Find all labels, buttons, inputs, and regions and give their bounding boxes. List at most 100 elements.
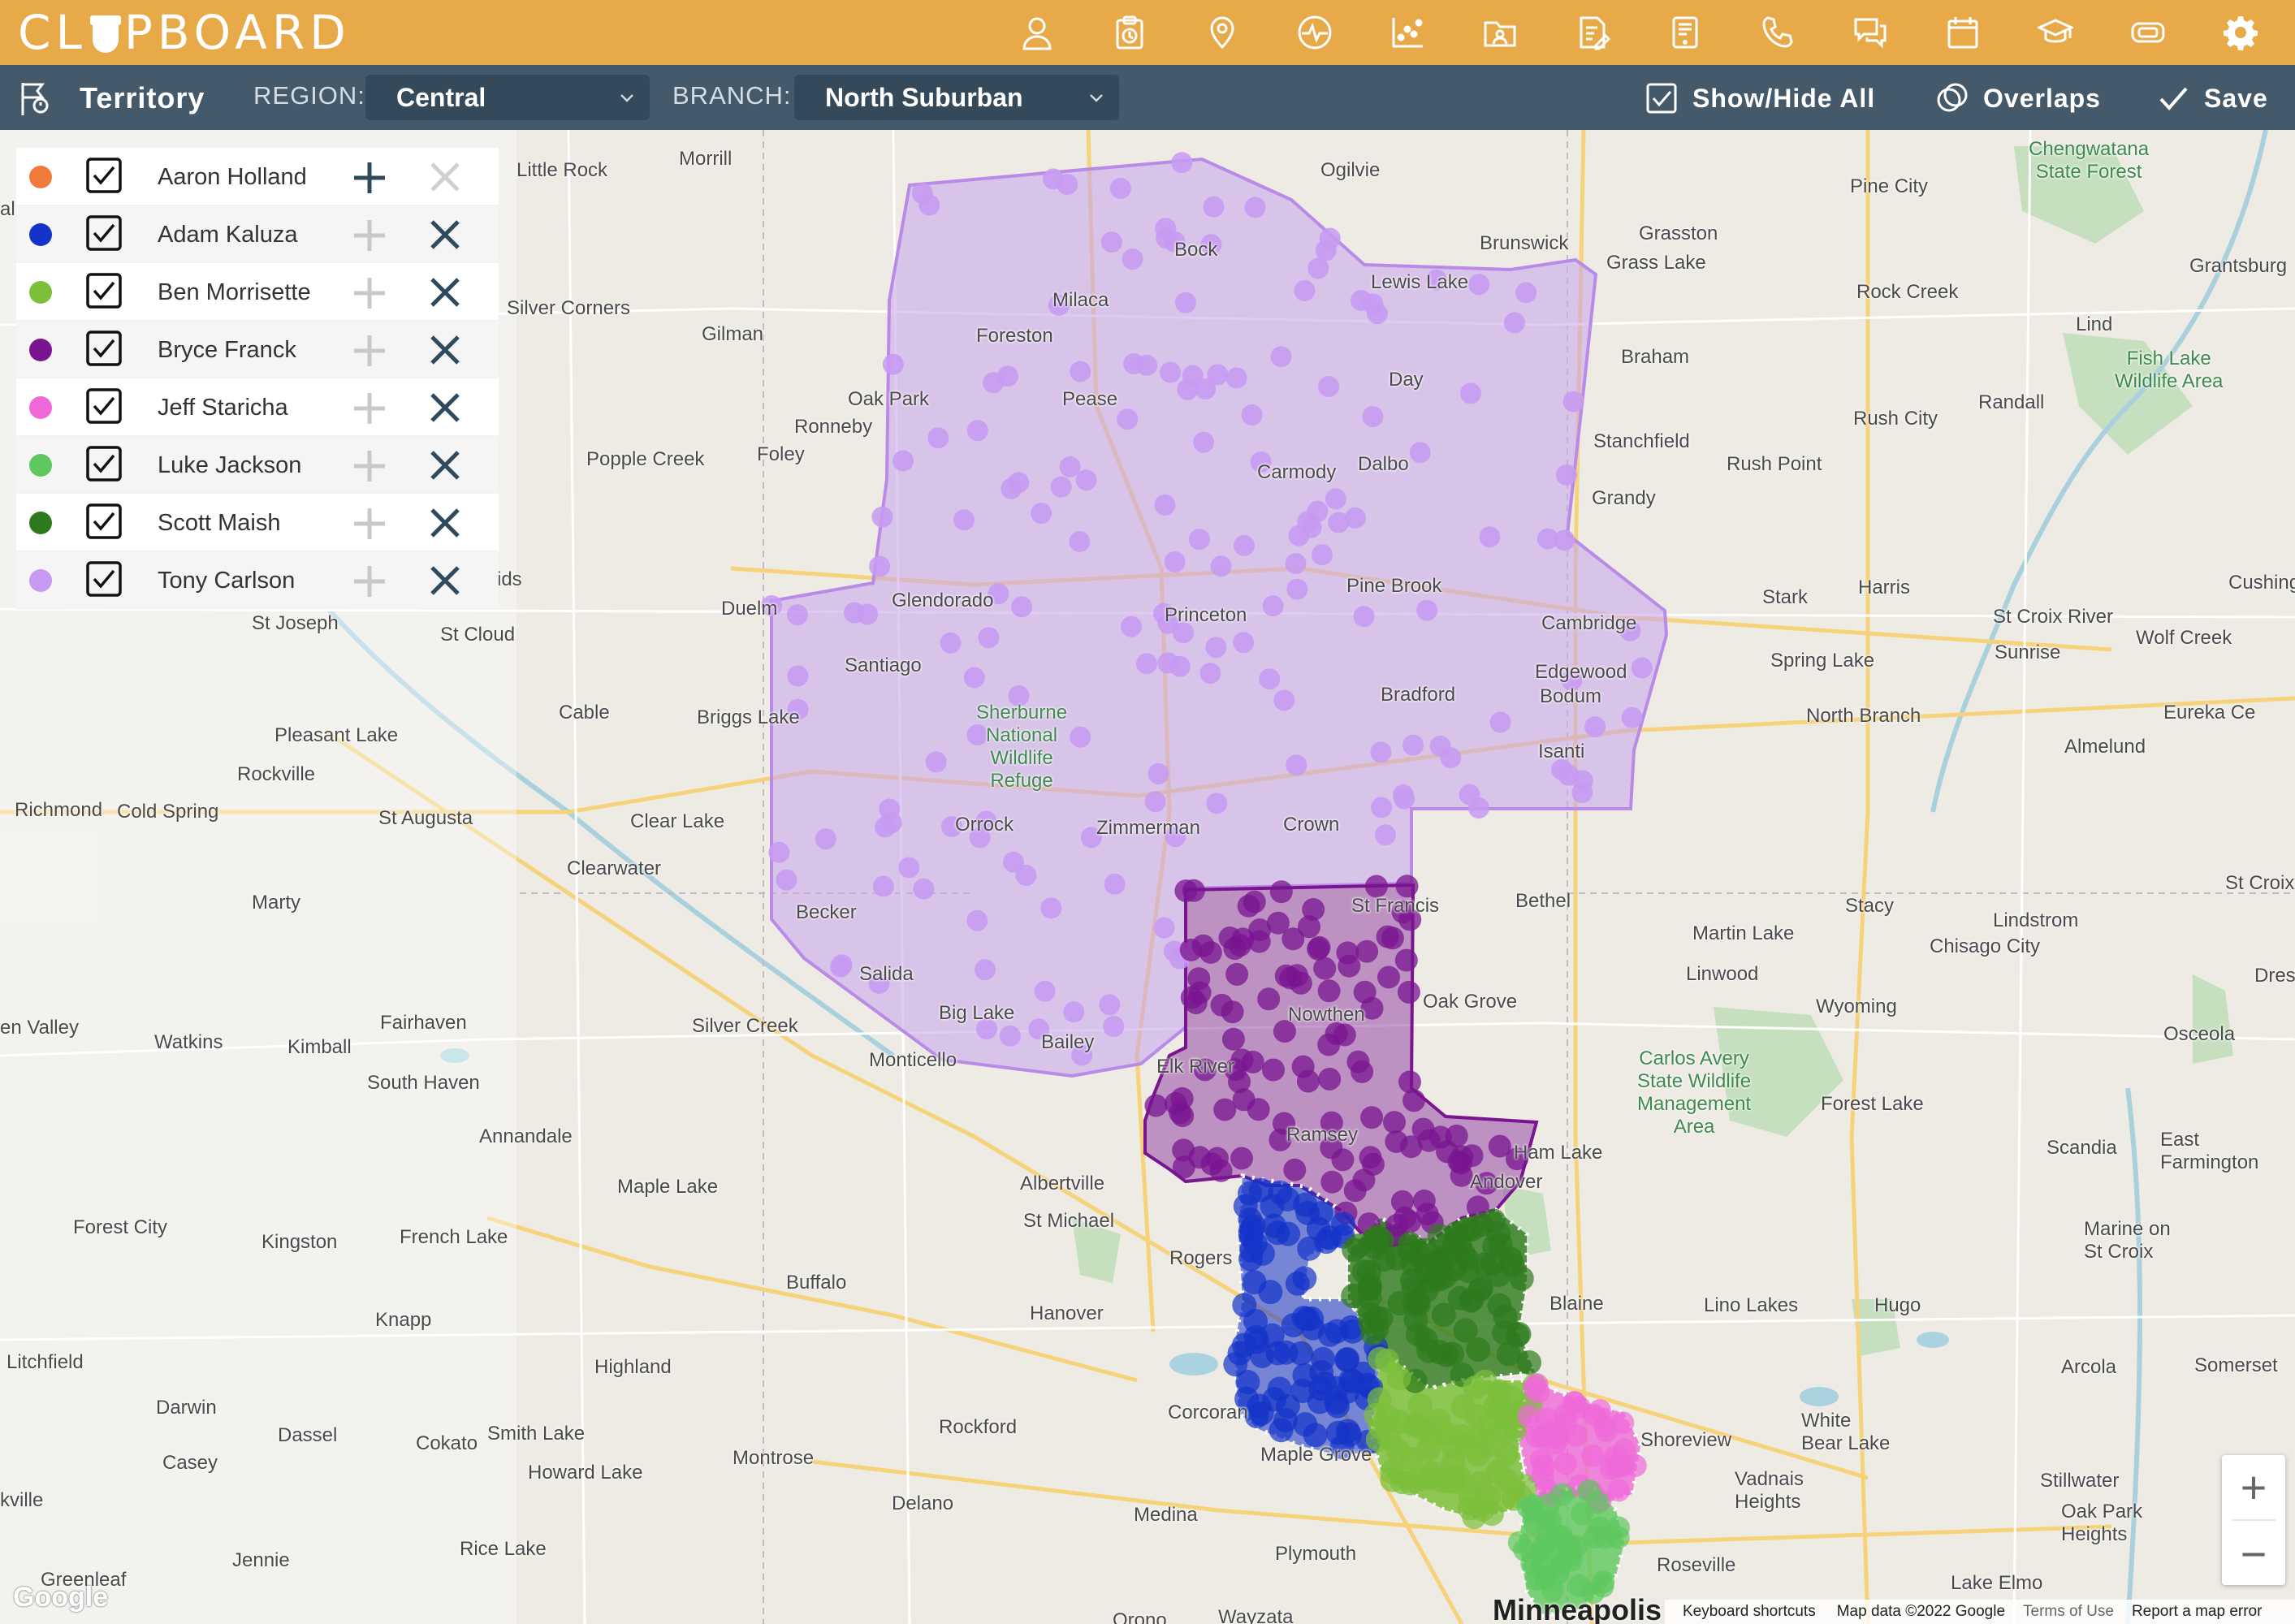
checkbox-checked-icon[interactable] bbox=[84, 156, 123, 195]
customer-marker[interactable] bbox=[1489, 711, 1511, 733]
customer-marker[interactable] bbox=[768, 841, 790, 863]
checkbox-checked-icon[interactable] bbox=[84, 271, 123, 310]
customer-marker[interactable] bbox=[1592, 1570, 1615, 1594]
customer-marker[interactable] bbox=[1610, 1454, 1634, 1478]
customer-marker[interactable] bbox=[1397, 980, 1420, 1004]
customer-marker[interactable] bbox=[1311, 1346, 1336, 1371]
customer-marker[interactable] bbox=[1002, 851, 1024, 873]
close-icon[interactable] bbox=[426, 503, 465, 542]
customer-marker[interactable] bbox=[1390, 1190, 1414, 1213]
checkbox-checked-icon[interactable] bbox=[84, 214, 123, 253]
customer-marker[interactable] bbox=[1302, 898, 1325, 921]
customer-marker[interactable] bbox=[1414, 1278, 1439, 1303]
customer-marker[interactable] bbox=[1357, 1276, 1382, 1301]
customer-marker[interactable] bbox=[1312, 544, 1333, 566]
customer-marker[interactable] bbox=[1069, 530, 1091, 552]
customer-marker[interactable] bbox=[1100, 231, 1122, 253]
customer-marker[interactable] bbox=[1536, 1407, 1558, 1431]
customer-marker[interactable] bbox=[1359, 1146, 1382, 1169]
customer-marker[interactable] bbox=[1285, 553, 1307, 574]
customer-marker[interactable] bbox=[1232, 1088, 1256, 1112]
graduation-cap-icon[interactable] bbox=[2009, 0, 2102, 65]
customer-marker[interactable] bbox=[1399, 1135, 1423, 1159]
customer-marker[interactable] bbox=[1262, 1058, 1285, 1082]
customer-marker[interactable] bbox=[1427, 1340, 1452, 1365]
customer-marker[interactable] bbox=[1402, 734, 1424, 756]
customer-marker[interactable] bbox=[1334, 1347, 1359, 1372]
user-icon[interactable] bbox=[991, 0, 1083, 65]
customer-marker[interactable] bbox=[1465, 1442, 1490, 1467]
customer-marker[interactable] bbox=[1034, 980, 1056, 1002]
customer-marker[interactable] bbox=[1407, 1393, 1433, 1418]
keyboard-shortcuts-link[interactable]: Keyboard shortcuts bbox=[1683, 1603, 1816, 1621]
customer-marker[interactable] bbox=[1607, 1516, 1630, 1540]
clipboard-clock-icon[interactable] bbox=[1083, 0, 1176, 65]
customer-marker[interactable] bbox=[1200, 1152, 1224, 1176]
customer-marker[interactable] bbox=[1257, 987, 1281, 1011]
customer-marker[interactable] bbox=[1283, 1158, 1307, 1181]
customer-marker[interactable] bbox=[1040, 897, 1062, 919]
customer-marker[interactable] bbox=[1554, 1452, 1577, 1475]
customer-marker[interactable] bbox=[1244, 1404, 1269, 1428]
customer-marker[interactable] bbox=[1262, 595, 1284, 617]
customer-marker[interactable] bbox=[1565, 1423, 1588, 1447]
customer-marker[interactable] bbox=[1117, 408, 1139, 430]
customer-marker[interactable] bbox=[1367, 303, 1388, 325]
customer-marker[interactable] bbox=[963, 667, 985, 689]
folder-user-icon[interactable] bbox=[1454, 0, 1546, 65]
customer-marker[interactable] bbox=[1307, 500, 1329, 522]
customer-marker[interactable] bbox=[1454, 1246, 1480, 1272]
customer-marker[interactable] bbox=[1225, 962, 1249, 986]
customer-marker[interactable] bbox=[966, 420, 988, 442]
customer-marker[interactable] bbox=[1571, 782, 1593, 803]
customer-marker[interactable] bbox=[1346, 1050, 1370, 1073]
customer-marker[interactable] bbox=[1169, 1101, 1192, 1125]
customer-marker[interactable] bbox=[1244, 197, 1266, 218]
customer-marker[interactable] bbox=[1121, 615, 1142, 637]
customer-marker[interactable] bbox=[872, 875, 894, 897]
customer-marker[interactable] bbox=[1144, 791, 1166, 813]
customer-marker[interactable] bbox=[1383, 1111, 1406, 1134]
customer-marker[interactable] bbox=[1157, 652, 1179, 674]
customer-marker[interactable] bbox=[1260, 1194, 1285, 1219]
customer-marker[interactable] bbox=[1427, 1223, 1452, 1248]
customer-marker[interactable] bbox=[1343, 1179, 1367, 1203]
customer-marker[interactable] bbox=[869, 555, 891, 577]
customer-marker[interactable] bbox=[1595, 1419, 1619, 1442]
customer-marker[interactable] bbox=[1537, 1492, 1561, 1516]
customer-marker[interactable] bbox=[1562, 391, 1584, 412]
customer-marker[interactable] bbox=[1250, 1241, 1275, 1266]
checkbox-checked-icon[interactable] bbox=[84, 387, 123, 425]
customer-marker[interactable] bbox=[1276, 1221, 1301, 1246]
customer-marker[interactable] bbox=[1059, 456, 1081, 477]
customer-marker[interactable] bbox=[1415, 1203, 1439, 1226]
customer-marker[interactable] bbox=[1103, 1016, 1125, 1037]
customer-marker[interactable] bbox=[1231, 927, 1255, 951]
customer-marker[interactable] bbox=[1295, 1307, 1320, 1332]
customer-marker[interactable] bbox=[898, 857, 920, 879]
customer-marker[interactable] bbox=[879, 798, 901, 820]
customer-marker[interactable] bbox=[1377, 965, 1400, 989]
customer-marker[interactable] bbox=[1498, 1246, 1524, 1272]
customer-marker[interactable] bbox=[1544, 1432, 1567, 1455]
customer-marker[interactable] bbox=[1397, 1238, 1422, 1263]
checkbox-checked-icon[interactable] bbox=[84, 559, 123, 598]
customer-marker[interactable] bbox=[1398, 1070, 1421, 1094]
customer-marker[interactable] bbox=[1532, 1455, 1555, 1479]
add-icon[interactable] bbox=[349, 330, 390, 371]
customer-marker[interactable] bbox=[1273, 689, 1295, 711]
customer-marker[interactable] bbox=[1206, 793, 1228, 814]
customer-marker[interactable] bbox=[1199, 663, 1221, 685]
customer-marker[interactable] bbox=[1258, 1280, 1283, 1305]
customer-marker[interactable] bbox=[1177, 378, 1199, 400]
customer-marker[interactable] bbox=[1494, 1406, 1519, 1431]
customer-marker[interactable] bbox=[1225, 367, 1247, 389]
customer-marker[interactable] bbox=[1317, 1322, 1342, 1347]
customer-marker[interactable] bbox=[1307, 937, 1330, 961]
scatter-chart-icon[interactable] bbox=[1361, 0, 1454, 65]
customer-marker[interactable] bbox=[1466, 1337, 1491, 1363]
customer-marker[interactable] bbox=[1447, 1285, 1472, 1311]
customer-marker[interactable] bbox=[1392, 784, 1414, 806]
customer-marker[interactable] bbox=[1338, 1367, 1364, 1393]
zoom-in-button[interactable]: + bbox=[2222, 1455, 2285, 1518]
